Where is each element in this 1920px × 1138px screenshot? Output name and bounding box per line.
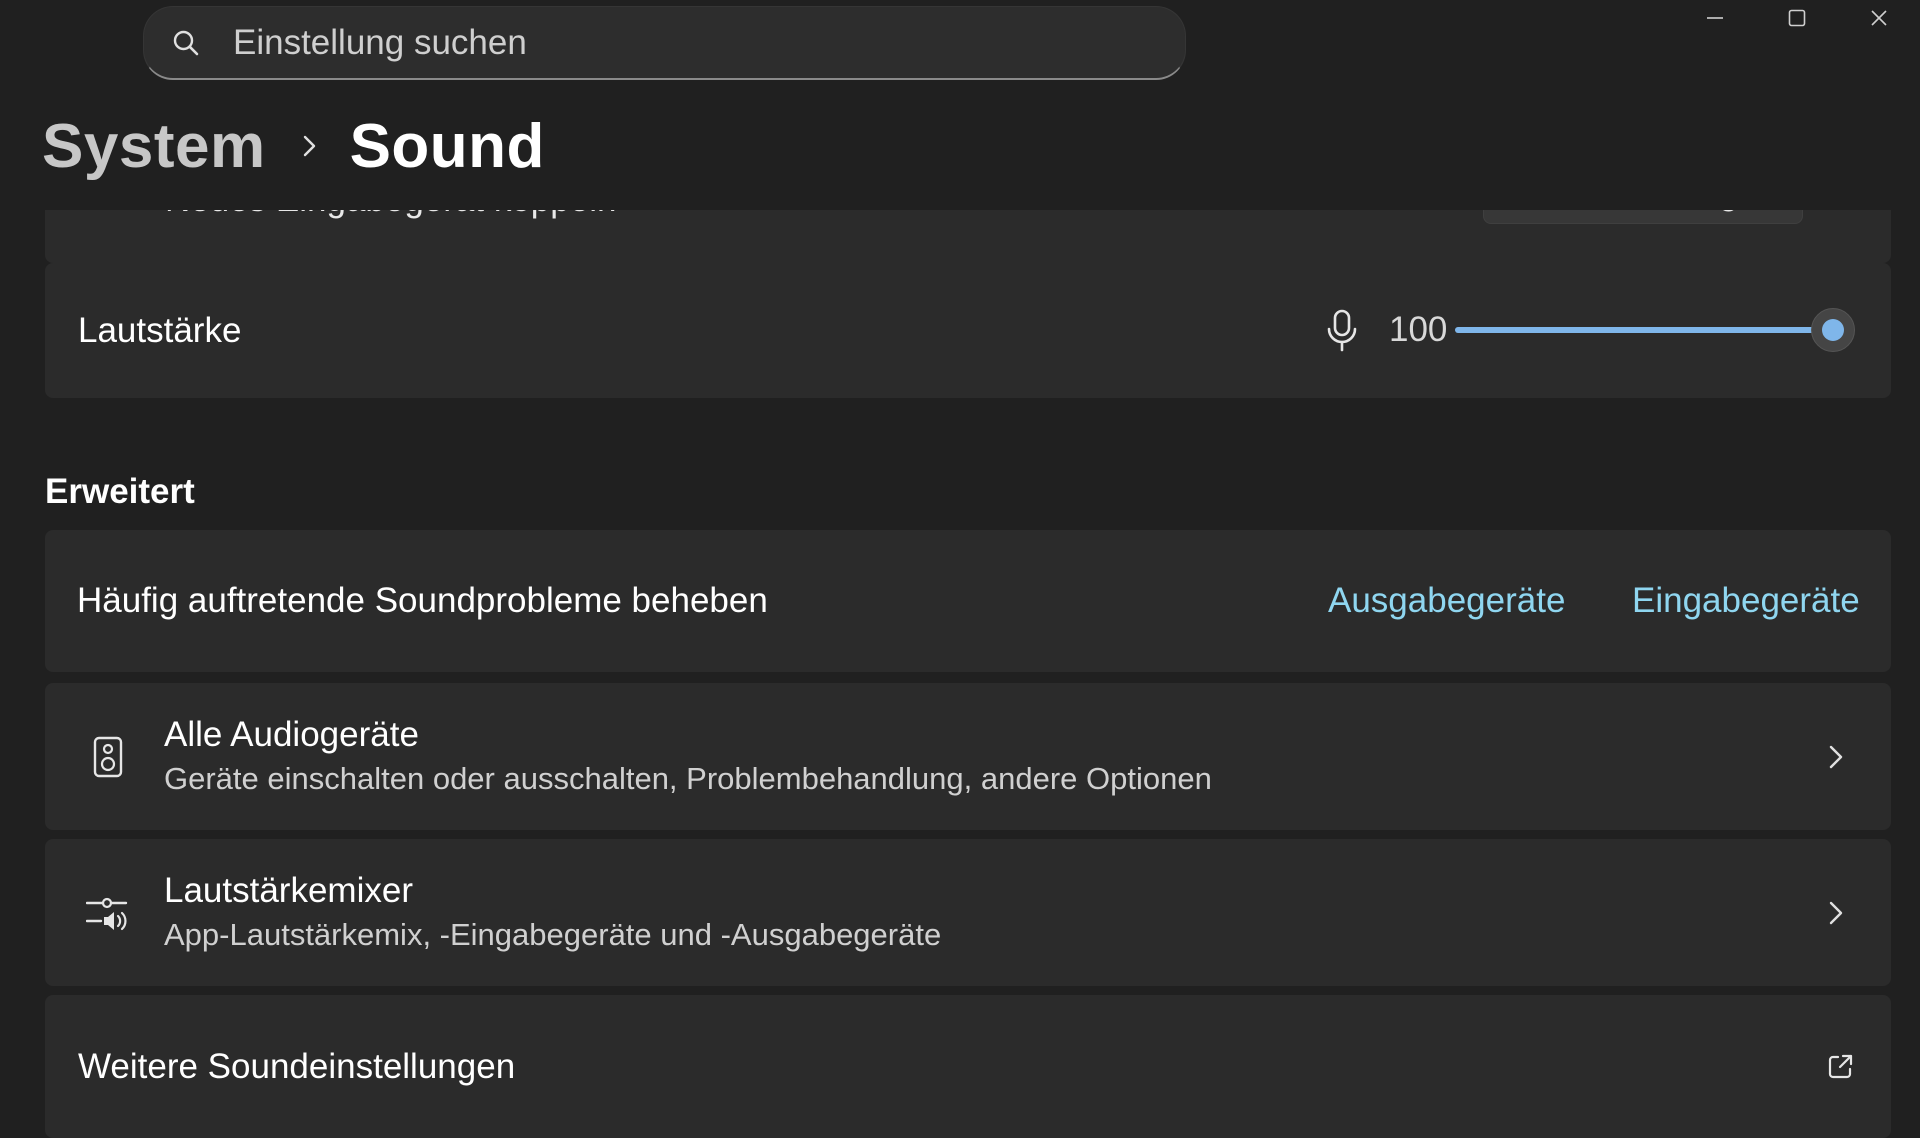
content-area: Neues Eingabegerät koppeln Gerät hinzufü… [45,210,1891,1138]
all-audio-devices-row[interactable]: Alle Audiogeräte Geräte einschalten oder… [45,683,1891,830]
all-audio-devices-title: Alle Audiogeräte [164,714,419,754]
breadcrumb-parent[interactable]: System [42,111,266,182]
volume-mixer-subtitle: App-Lautstärkemix, -Eingabegeräte und -A… [164,916,942,952]
close-button[interactable] [1838,0,1920,40]
volume-row: Lautstärke 100 [45,263,1891,398]
volume-label: Lautstärke [78,310,242,350]
volume-mixer-title: Lautstärkemixer [164,870,413,910]
volume-mixer-row[interactable]: Lautstärkemixer App-Lautstärkemix, -Eing… [45,839,1891,986]
external-link-icon [1823,1050,1857,1084]
breadcrumb: System Sound [42,104,545,188]
volume-mixer-texts: Lautstärkemixer App-Lautstärkemix, -Eing… [164,869,941,957]
chevron-right-icon [1821,898,1851,928]
close-icon [1869,8,1889,33]
search-box[interactable] [143,6,1186,80]
more-sound-settings-row[interactable]: Weitere Soundeinstellungen [45,995,1891,1138]
slider-thumb[interactable] [1811,308,1855,352]
settings-window: System Sound Neues Eingabegerät koppeln … [0,0,1920,1138]
pair-input-device-label: Neues Eingabegerät koppeln [165,210,616,220]
more-sound-settings-label: Weitere Soundeinstellungen [78,1046,516,1086]
output-devices-link[interactable]: Ausgabegeräte [1328,581,1565,621]
mixer-icon [85,890,131,936]
all-audio-devices-subtitle: Geräte einschalten oder ausschalten, Pro… [164,760,1212,796]
slider-fill [1455,327,1821,333]
page-title: Sound [349,111,545,181]
chevron-right-icon [1821,742,1851,772]
minimize-button[interactable] [1674,0,1756,40]
search-icon [171,28,201,58]
all-audio-devices-texts: Alle Audiogeräte Geräte einschalten oder… [164,713,1212,801]
maximize-button[interactable] [1756,0,1838,40]
slider-thumb-dot [1822,319,1844,341]
add-device-button[interactable]: Gerät hinzufügen [1483,210,1803,224]
search-input[interactable] [231,21,1131,64]
troubleshoot-row: Häufig auftretende Soundprobleme beheben… [45,530,1891,672]
pair-input-device-row: Neues Eingabegerät koppeln Gerät hinzufü… [45,210,1891,263]
speaker-icon [85,734,131,780]
minimize-icon [1705,8,1725,33]
chevron-right-icon [300,133,320,159]
volume-slider[interactable] [1455,308,1855,352]
maximize-icon [1787,8,1807,33]
microphone-icon [1325,309,1359,358]
window-controls [1674,0,1920,40]
volume-value: 100 [1389,310,1448,349]
input-devices-link[interactable]: Eingabegeräte [1632,581,1860,621]
section-title-advanced: Erweitert [45,472,195,511]
troubleshoot-label: Häufig auftretende Soundprobleme beheben [77,581,768,620]
